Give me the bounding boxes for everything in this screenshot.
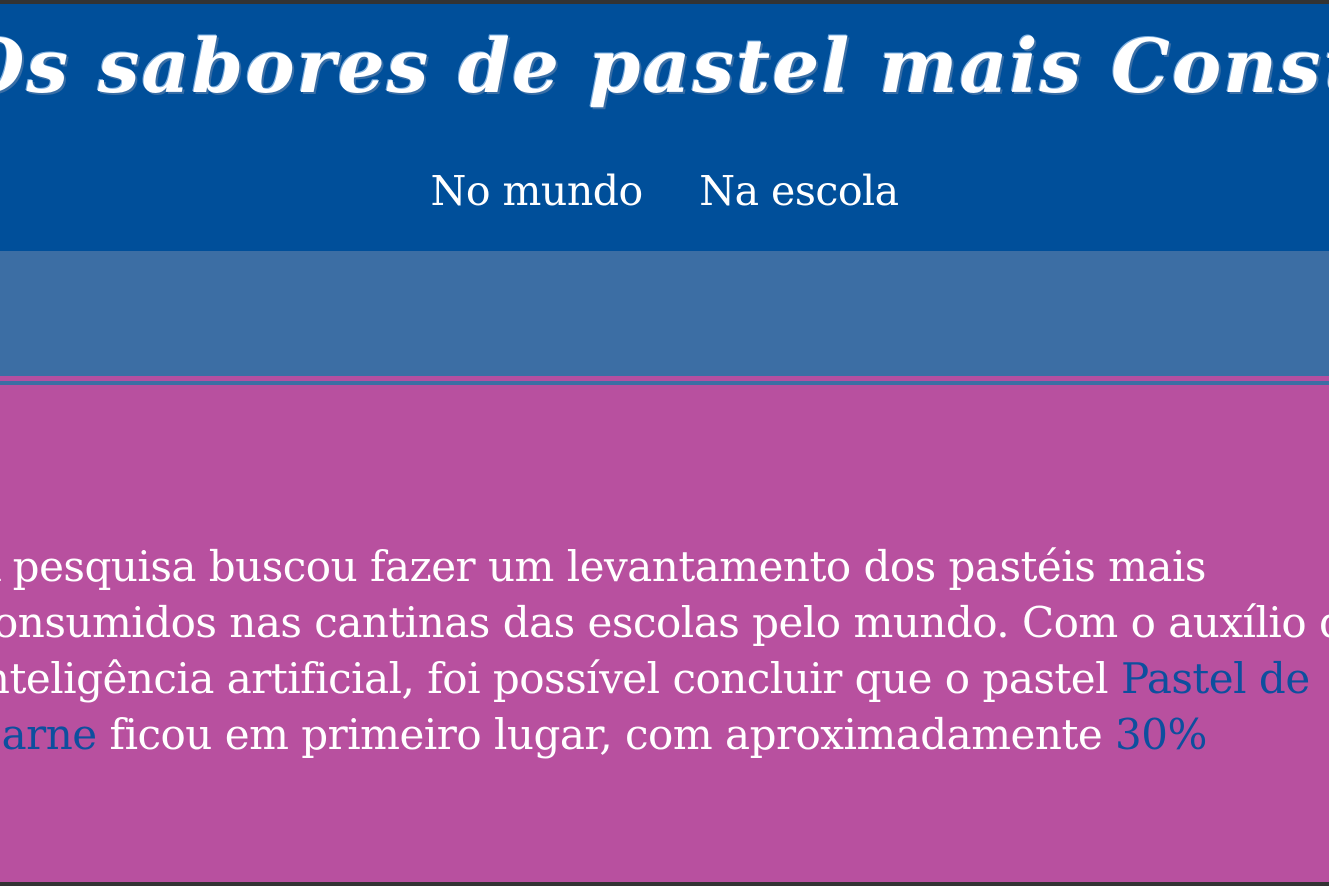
paragraph-line-3: inteligência artificial, foi possível co… (0, 654, 1310, 703)
content-section: A pesquisa buscou fazer um levantamento … (0, 385, 1329, 882)
paragraph-line-2: consumidos nas cantinas das escolas pelo… (0, 598, 1329, 647)
highlighted-flavor-cont: Carne (0, 710, 97, 759)
research-paragraph: A pesquisa buscou fazer um levantamento … (0, 539, 1329, 763)
highlighted-flavor: Pastel de (1120, 654, 1310, 703)
nav-link-no-mundo[interactable]: No mundo (430, 167, 643, 215)
site-header: Os sabores de pastel mais Consumidos No … (0, 4, 1329, 251)
hero-band (0, 251, 1329, 376)
paragraph-line-4: Carne ficou em primeiro lugar, com aprox… (0, 707, 1329, 763)
highlighted-percentage: 30% (1115, 710, 1207, 759)
page: Os sabores de pastel mais Consumidos No … (0, 0, 1329, 886)
paragraph-line-1: A pesquisa buscou fazer um levantamento … (0, 542, 1206, 591)
main-nav: No mundo Na escola (0, 167, 1329, 215)
window-bottom-border (0, 882, 1329, 886)
site-title: Os sabores de pastel mais Consumidos (0, 24, 1329, 110)
nav-link-na-escola[interactable]: Na escola (699, 167, 899, 215)
